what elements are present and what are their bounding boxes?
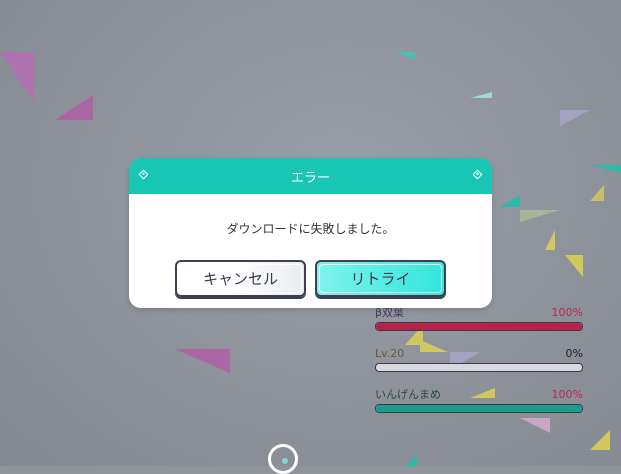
confetti-shard: [590, 430, 610, 450]
status-item: β双葉 100%: [375, 306, 583, 331]
status-name: いんげんまめ: [375, 388, 441, 401]
status-bar-fill: [376, 323, 582, 330]
confetti-shard: [470, 92, 492, 98]
confetti-shard: [565, 255, 583, 277]
error-dialog: エラー ダウンロードに失敗しました。 キャンセル リトライ: [129, 158, 492, 308]
diamond-icon: [472, 169, 483, 180]
retry-button[interactable]: リトライ: [315, 260, 446, 297]
confetti-shard: [520, 418, 550, 433]
loading-dot: [282, 458, 288, 464]
retry-button-label: リトライ: [350, 270, 411, 288]
confetti-shard: [590, 185, 604, 201]
confetti-shard: [545, 230, 555, 250]
dialog-message: ダウンロードに失敗しました。: [226, 222, 395, 236]
status-bar: [375, 404, 583, 413]
diamond-icon: [138, 169, 149, 180]
confetti-shard: [55, 95, 93, 120]
status-bar: [375, 363, 583, 372]
status-item: いんげんまめ 100%: [375, 388, 583, 413]
confetti-shard: [0, 52, 34, 102]
confetti-shard: [500, 195, 520, 207]
dialog-title: エラー: [290, 170, 330, 186]
confetti-shard: [175, 349, 230, 373]
confetti-shard: [590, 165, 621, 173]
status-bar: [375, 322, 583, 331]
dialog-header: エラー: [129, 158, 492, 194]
cancel-button-label: キャンセル: [202, 270, 278, 288]
status-percent: 100%: [551, 388, 583, 401]
confetti-shard: [560, 110, 590, 126]
status-item: Lv.20 0%: [375, 347, 583, 372]
confetti-shard: [405, 455, 417, 466]
confetti-shard: [520, 210, 560, 222]
status-bar-fill: [376, 405, 582, 412]
status-percent: 0%: [565, 347, 583, 360]
confetti-shard: [395, 52, 415, 60]
cancel-button[interactable]: キャンセル: [175, 260, 306, 297]
status-name: Lv.20: [375, 347, 405, 360]
status-percent: 100%: [551, 306, 583, 319]
